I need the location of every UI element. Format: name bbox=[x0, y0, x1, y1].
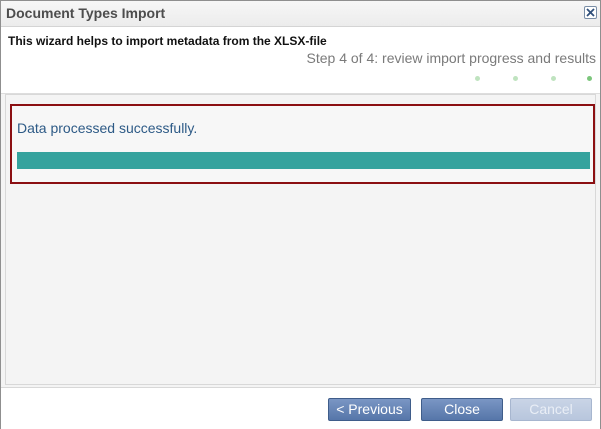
progress-bar-fill bbox=[17, 152, 590, 169]
import-result-box: Data processed successfully. bbox=[10, 104, 595, 184]
step-dot-4 bbox=[587, 76, 592, 81]
step-dot-2 bbox=[513, 76, 518, 81]
status-message: Data processed successfully. bbox=[17, 120, 198, 136]
progress-bar bbox=[17, 152, 590, 169]
cancel-button: Cancel bbox=[510, 398, 592, 421]
close-icon[interactable] bbox=[584, 6, 597, 19]
import-dialog: Document Types Import This wizard helps … bbox=[0, 0, 601, 429]
close-button[interactable]: Close bbox=[421, 398, 503, 421]
step-indicator-text: Step 4 of 4: review import progress and … bbox=[306, 50, 596, 66]
title-bar: Document Types Import bbox=[1, 1, 600, 27]
wizard-header: This wizard helps to import metadata fro… bbox=[1, 27, 600, 94]
previous-button[interactable]: < Previous bbox=[328, 398, 411, 421]
dialog-title: Document Types Import bbox=[6, 5, 166, 21]
wizard-description: This wizard helps to import metadata fro… bbox=[8, 34, 327, 48]
step-dot-1 bbox=[475, 76, 480, 81]
step-dot-3 bbox=[551, 76, 556, 81]
dialog-footer: < Previous Close Cancel bbox=[1, 387, 600, 429]
